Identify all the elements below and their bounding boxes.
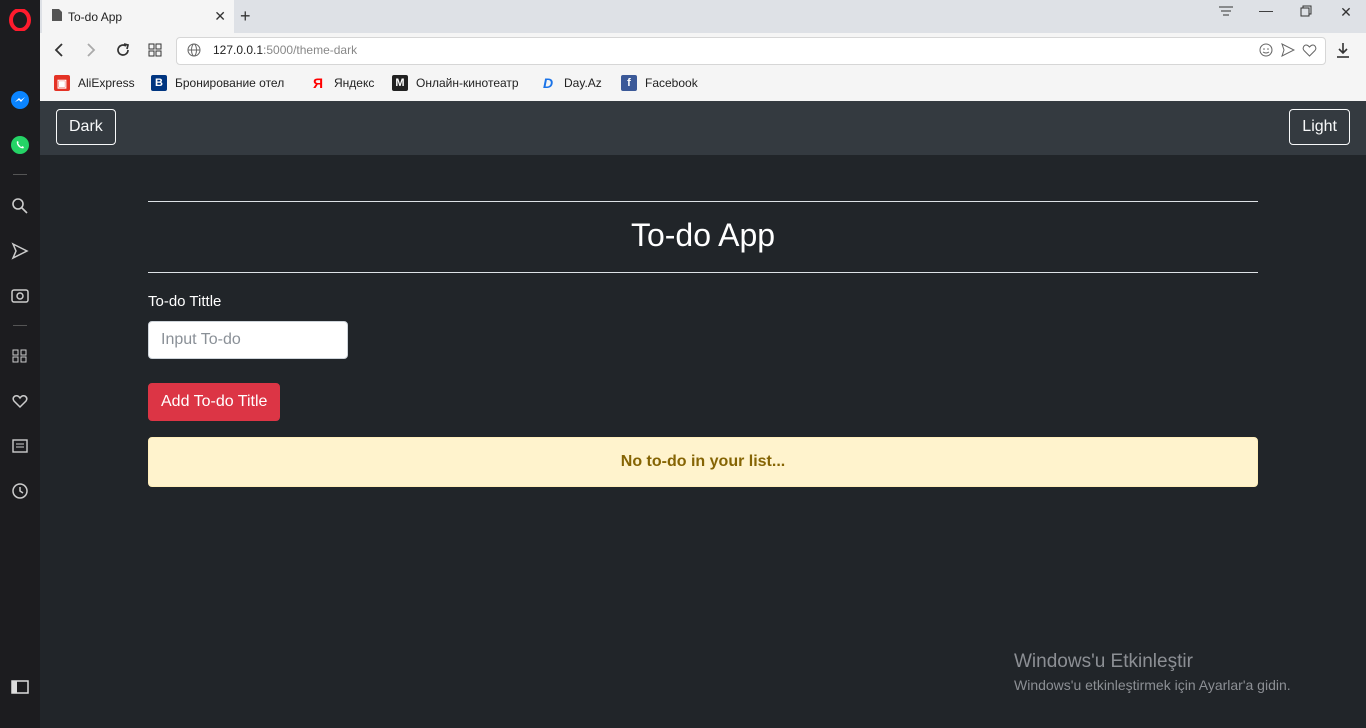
news-icon[interactable] (8, 434, 32, 458)
sidebar-toggle-icon[interactable] (8, 675, 32, 699)
bookmark-label: Яндекс (334, 76, 375, 90)
todo-input[interactable] (148, 321, 348, 359)
opera-logo-icon[interactable] (8, 8, 32, 32)
browser-sidebar (0, 0, 40, 728)
download-icon[interactable] (1332, 39, 1354, 61)
history-icon[interactable] (8, 479, 32, 503)
bookmark-cinema[interactable]: M Онлайн-кинотеатр (392, 75, 519, 91)
cinema-icon: M (392, 75, 408, 91)
empty-list-alert: No to-do in your list... (148, 437, 1258, 487)
search-icon[interactable] (8, 194, 32, 218)
reload-icon[interactable] (112, 39, 134, 61)
url-path: :5000/theme-dark (263, 43, 358, 57)
close-window-icon[interactable]: ✕ (1334, 4, 1358, 21)
new-tab-button[interactable]: + (240, 6, 251, 27)
messenger-icon[interactable] (8, 88, 32, 112)
url-host: 127.0.0.1 (213, 43, 264, 57)
tab-todo-app[interactable]: To-do App ✕ (42, 0, 234, 33)
speed-dial-icon[interactable] (8, 344, 32, 368)
empty-list-message: No to-do in your list... (620, 453, 786, 470)
bookmark-label: Day.Az (564, 76, 602, 90)
bookmark-booking[interactable]: B Бронирование отел (151, 75, 284, 91)
yandex-icon: Я (312, 75, 324, 91)
browser-toolbar: 127.0.0.1:5000/theme-dark (40, 33, 1366, 67)
send-icon[interactable] (8, 239, 32, 263)
bookmark-label: Онлайн-кинотеатр (416, 76, 519, 90)
todo-title-label: To-do Tittle (148, 293, 222, 310)
tab-strip: To-do App ✕ + — ✕ (40, 0, 1366, 33)
address-bar[interactable]: 127.0.0.1:5000/theme-dark (176, 37, 1326, 65)
dark-theme-button[interactable]: Dark (56, 109, 116, 145)
bookmark-facebook[interactable]: f Facebook (621, 75, 698, 91)
bookmark-dayaz[interactable]: D Day.Az (540, 75, 602, 91)
sidebar-divider (13, 174, 27, 175)
light-theme-button[interactable]: Light (1289, 109, 1350, 145)
title-divider-top (148, 201, 1258, 202)
page-title: To-do App (630, 217, 776, 253)
tab-title: To-do App (68, 9, 123, 24)
activation-watermark-subtitle: Windows'u etkinleştirmek için Ayarlar'a … (1014, 677, 1291, 693)
bookmark-yandex[interactable]: Я Яндекс (310, 75, 374, 91)
page-icon (52, 8, 62, 26)
theme-navbar: Dark Light (40, 101, 1366, 155)
tab-menu-icon[interactable] (1214, 4, 1238, 20)
title-divider-bottom (148, 272, 1258, 273)
restore-icon[interactable] (1294, 4, 1318, 20)
bookmark-label: AliExpress (78, 76, 135, 90)
close-tab-icon[interactable]: ✕ (214, 8, 226, 25)
dayaz-icon: D (542, 75, 554, 91)
url-text: 127.0.0.1:5000/theme-dark (213, 43, 357, 57)
whatsapp-icon[interactable] (8, 133, 32, 157)
minimize-icon[interactable]: — (1254, 2, 1278, 18)
camera-icon[interactable] (8, 283, 32, 307)
activation-watermark-title: Windows'u Etkinleştir (1014, 651, 1193, 672)
snapshot-icon[interactable] (1259, 43, 1273, 62)
booking-icon: B (151, 75, 167, 91)
heart-icon[interactable] (8, 389, 32, 413)
back-icon[interactable] (48, 39, 70, 61)
web-page: Dark Light To-do App To-do Tittle Add To… (40, 101, 1366, 728)
bookmark-heart-icon[interactable] (1302, 43, 1317, 62)
bookmark-aliexpress[interactable]: ▣ AliExpress (54, 75, 135, 91)
tabs-overview-icon[interactable] (144, 39, 166, 61)
aliexpress-icon: ▣ (54, 75, 70, 91)
bookmark-label: Facebook (645, 76, 698, 90)
add-todo-button[interactable]: Add To-do Title (148, 383, 281, 421)
facebook-icon: f (621, 75, 637, 91)
sidebar-divider (13, 325, 27, 326)
bookmarks-bar: ▣ AliExpress B Бронирование отел Я Яндек… (40, 67, 1366, 102)
bookmark-label: Бронирование отел (175, 76, 285, 90)
share-icon[interactable] (1281, 43, 1296, 62)
forward-icon[interactable] (80, 39, 102, 61)
globe-icon (187, 43, 201, 62)
